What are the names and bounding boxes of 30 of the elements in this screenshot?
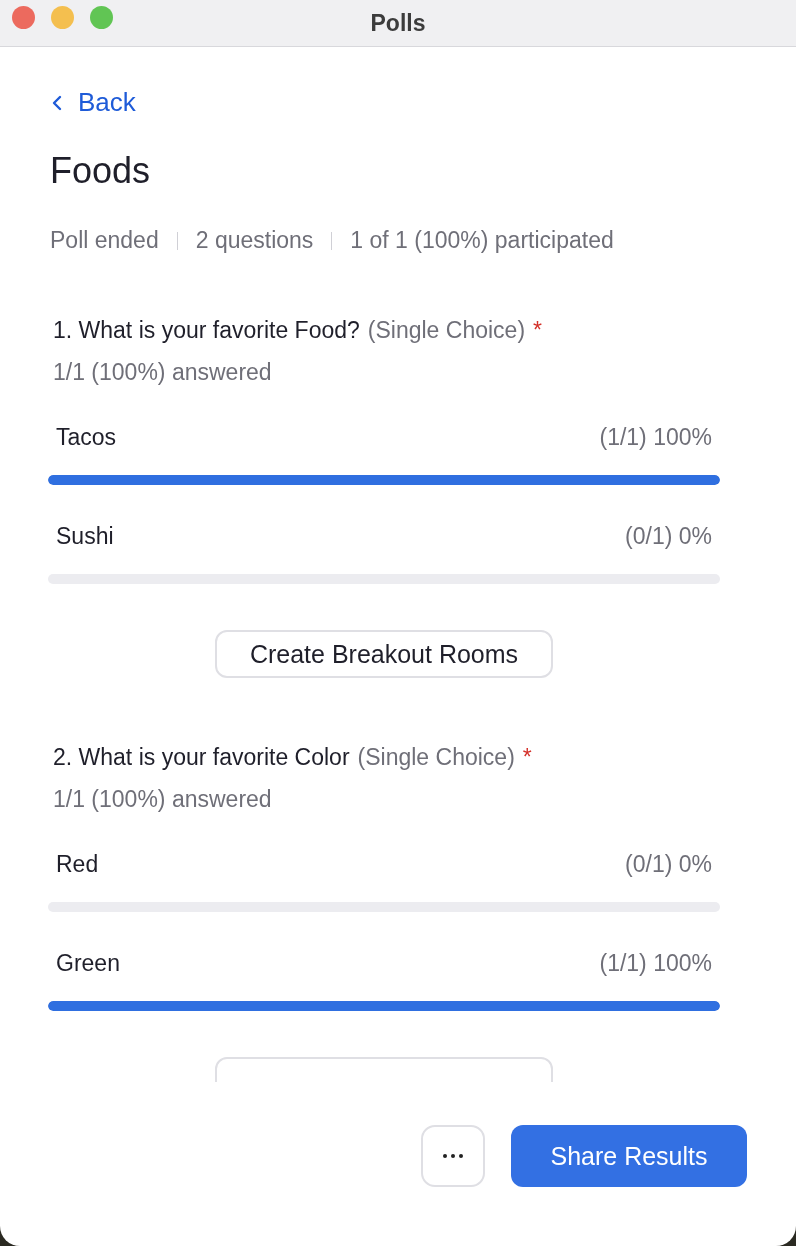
- zoom-button[interactable]: [90, 6, 113, 29]
- minimize-button[interactable]: [51, 6, 74, 29]
- required-mark: *: [522, 744, 532, 771]
- back-link[interactable]: Back: [52, 87, 136, 118]
- required-mark: *: [533, 317, 542, 344]
- option-label: Tacos: [56, 424, 117, 451]
- more-button[interactable]: [421, 1125, 485, 1187]
- option-result: (1/1) 100%: [599, 424, 712, 451]
- question-type: (Single Choice): [367, 317, 526, 344]
- option-result: (0/1) 0%: [625, 851, 712, 878]
- option-label: Red: [56, 851, 99, 878]
- option-result: (1/1) 100%: [599, 950, 712, 977]
- poll-info: 1 of 1 (100%) participated: [350, 227, 614, 254]
- share-results-button[interactable]: Share Results: [511, 1125, 747, 1187]
- poll-title: Foods: [50, 150, 152, 192]
- option-result: (0/1) 0%: [625, 523, 712, 550]
- question-text: 1. What is your favorite Food?: [53, 317, 360, 344]
- question-text: 2. What is your favorite Color: [53, 744, 350, 771]
- window-title: Polls: [370, 9, 426, 37]
- option-label: Sushi: [56, 523, 114, 550]
- answered-count: 1/1 (100%) answered: [53, 786, 273, 813]
- close-button[interactable]: [12, 6, 35, 29]
- more-icon: [443, 1154, 463, 1158]
- poll-info: Poll ended: [50, 227, 159, 254]
- answered-count: 1/1 (100%) answered: [53, 359, 273, 386]
- back-chevron-icon: [52, 94, 62, 111]
- question-type: (Single Choice): [357, 744, 515, 771]
- create-breakout-rooms-button[interactable]: Create Breakout Rooms: [215, 630, 553, 678]
- poll-info: 2 questions: [195, 227, 314, 254]
- option-label: Green: [56, 950, 120, 977]
